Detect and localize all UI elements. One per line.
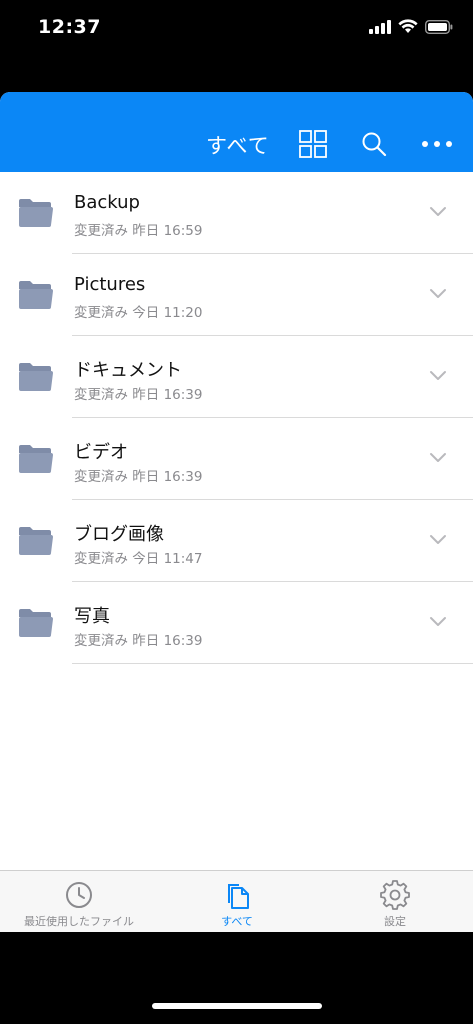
file-modified: 変更済み 昨日 16:39 <box>74 469 203 485</box>
tab-settings[interactable]: 設定 <box>316 871 473 932</box>
file-name: ビデオ <box>74 442 128 463</box>
status-icons <box>369 19 453 34</box>
app-window: すべて Backup 変更済み 昨日 16:59 Pictures 変更済み 今… <box>0 92 473 932</box>
file-row-blog-images[interactable]: ブログ画像 変更済み 今日 11:47 <box>0 500 473 582</box>
file-modified: 変更済み 昨日 16:39 <box>74 387 203 403</box>
file-row-videos[interactable]: ビデオ 変更済み 昨日 16:39 <box>0 418 473 500</box>
file-modified: 変更済み 今日 11:47 <box>74 551 203 567</box>
file-row-documents[interactable]: ドキュメント 変更済み 昨日 16:39 <box>0 336 473 418</box>
file-name: Backup <box>74 192 140 213</box>
home-indicator[interactable] <box>152 1003 322 1009</box>
more-icon <box>422 141 452 147</box>
wifi-icon <box>398 19 418 33</box>
clock-icon <box>66 882 92 908</box>
file-name: 写真 <box>74 606 110 627</box>
phone-screen: 12:37 すべて Backup 変更済み 昨日 16:59 Pictures … <box>0 0 473 1024</box>
row-divider <box>72 663 473 664</box>
cellular-signal-icon <box>369 19 391 34</box>
chevron-down-icon[interactable] <box>427 530 449 548</box>
more-button[interactable] <box>421 128 453 160</box>
folder-icon <box>19 363 53 391</box>
file-name: Pictures <box>74 274 146 295</box>
file-row-backup[interactable]: Backup 変更済み 昨日 16:59 <box>0 172 473 254</box>
grid-view-icon <box>299 130 327 158</box>
file-modified: 変更済み 昨日 16:39 <box>74 633 203 649</box>
file-list: Backup 変更済み 昨日 16:59 Pictures 変更済み 今日 11… <box>0 172 473 664</box>
status-bar: 12:37 <box>0 0 473 60</box>
tab-label: 最近使用したファイル <box>24 915 134 928</box>
file-row-pictures[interactable]: Pictures 変更済み 今日 11:20 <box>0 254 473 336</box>
battery-icon <box>425 19 453 34</box>
tab-bar: 最近使用したファイル すべて 設定 <box>0 870 473 932</box>
tab-label: すべて <box>221 915 253 928</box>
folder-icon <box>19 527 53 555</box>
grid-view-button[interactable] <box>297 128 329 160</box>
folder-icon <box>19 199 53 227</box>
chevron-down-icon[interactable] <box>427 612 449 630</box>
search-icon <box>362 132 387 157</box>
chevron-down-icon[interactable] <box>427 284 449 302</box>
file-name: ブログ画像 <box>74 524 164 545</box>
folder-icon <box>19 445 53 473</box>
folder-icon <box>19 609 53 637</box>
tab-all-files[interactable]: すべて <box>158 871 316 932</box>
status-time: 12:37 <box>38 16 101 38</box>
chevron-down-icon[interactable] <box>427 448 449 466</box>
chevron-down-icon[interactable] <box>427 202 449 220</box>
folder-icon <box>19 281 53 309</box>
nav-title: すべて <box>206 134 270 158</box>
file-modified: 変更済み 昨日 16:59 <box>74 223 203 239</box>
file-modified: 変更済み 今日 11:20 <box>74 305 203 321</box>
tab-label: 設定 <box>384 915 406 928</box>
tab-recent-files[interactable]: 最近使用したファイル <box>0 871 158 932</box>
file-name: ドキュメント <box>74 360 182 381</box>
navigation-bar: すべて <box>0 92 473 172</box>
files-icon <box>228 884 249 909</box>
file-row-photos[interactable]: 写真 変更済み 昨日 16:39 <box>0 582 473 664</box>
search-button[interactable] <box>358 128 390 160</box>
gear-icon <box>380 880 410 910</box>
chevron-down-icon[interactable] <box>427 366 449 384</box>
